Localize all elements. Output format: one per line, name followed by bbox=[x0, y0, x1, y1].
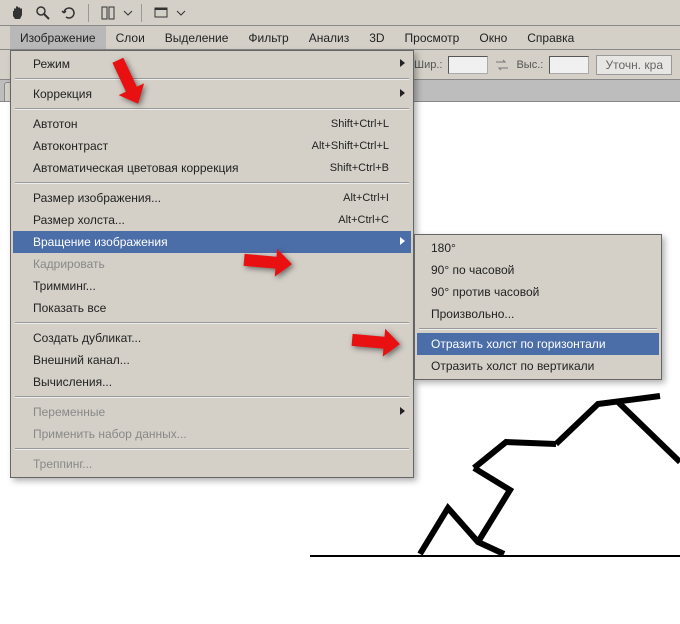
menu-shortcut: Shift+Ctrl+B bbox=[330, 162, 389, 174]
menu-item-label: 180° bbox=[431, 241, 456, 255]
menu-item: Переменные bbox=[13, 401, 411, 423]
swap-icon[interactable] bbox=[494, 57, 510, 73]
menu-item[interactable]: Отразить холст по вертикали bbox=[417, 355, 659, 377]
menubar-item-layers[interactable]: Слои bbox=[106, 26, 155, 49]
menu-item[interactable]: Вычисления... bbox=[13, 371, 411, 393]
menu-item-label: Коррекция bbox=[33, 87, 92, 101]
menu-shortcut: Alt+Ctrl+C bbox=[338, 214, 389, 226]
menubar-label: Справка bbox=[527, 31, 574, 45]
menu-item-label: Создать дубликат... bbox=[33, 331, 141, 345]
menubar-item-window[interactable]: Окно bbox=[469, 26, 517, 49]
menu-item[interactable]: Коррекция bbox=[13, 83, 411, 105]
menubar-label: Изображение bbox=[20, 31, 96, 45]
menu-item[interactable]: 180° bbox=[417, 237, 659, 259]
menubar-item-3d[interactable]: 3D bbox=[359, 26, 394, 49]
menubar-item-image[interactable]: Изображение bbox=[10, 26, 106, 49]
hand-icon[interactable] bbox=[6, 2, 28, 24]
image-menu: Режим Коррекция Автотон Shift+Ctrl+L Автокон… bbox=[10, 50, 414, 478]
menu-item-label: 90° против часовой bbox=[431, 285, 539, 299]
menu-item-label: Автоматическая цветовая коррекция bbox=[33, 161, 239, 175]
menu-item-label: Вычисления... bbox=[33, 375, 112, 389]
submenu-arrow-icon bbox=[400, 59, 405, 67]
menu-item[interactable]: 90° против часовой bbox=[417, 281, 659, 303]
menu-item-label: Размер холста... bbox=[33, 213, 125, 227]
menu-item-label: Режим bbox=[33, 57, 70, 71]
menu-item-label: Размер изображения... bbox=[33, 191, 161, 205]
menu-item[interactable]: Автоматическая цветовая коррекция Shift+C… bbox=[13, 157, 411, 179]
height-field[interactable] bbox=[549, 56, 589, 74]
menu-item-label: Произвольно... bbox=[431, 307, 514, 321]
menu-separator bbox=[419, 328, 657, 330]
menubar-label: 3D bbox=[369, 31, 384, 45]
menu-item[interactable]: Произвольно... bbox=[417, 303, 659, 325]
menubar-item-view[interactable]: Просмотр bbox=[395, 26, 470, 49]
menu-item-label: Треппинг... bbox=[33, 457, 92, 471]
top-toolbar bbox=[0, 0, 680, 26]
menu-item-label: Кадрировать bbox=[33, 257, 105, 271]
submenu-arrow-icon bbox=[400, 407, 405, 415]
menu-item-label: Внешний канал... bbox=[33, 353, 130, 367]
menu-item[interactable]: Размер холста... Alt+Ctrl+C bbox=[13, 209, 411, 231]
arrange-icon[interactable] bbox=[97, 2, 119, 24]
zoom-icon[interactable] bbox=[32, 2, 54, 24]
menubar: Изображение Слои Выделение Фильтр Анализ… bbox=[0, 26, 680, 50]
menu-item: Кадрировать bbox=[13, 253, 411, 275]
menu-item: Применить набор данных... bbox=[13, 423, 411, 445]
menu-item-label: Автотон bbox=[33, 117, 78, 131]
menu-item-label: Вращение изображения bbox=[33, 235, 168, 249]
menu-separator bbox=[15, 396, 409, 398]
menu-item[interactable]: Отразить холст по горизонтали bbox=[417, 333, 659, 355]
submenu-arrow-icon bbox=[400, 89, 405, 97]
menu-item-label: Автоконтраст bbox=[33, 139, 108, 153]
menu-shortcut: Shift+Ctrl+L bbox=[331, 118, 389, 130]
menu-item-label: Применить набор данных... bbox=[33, 427, 187, 441]
menu-item[interactable]: Вращение изображения bbox=[13, 231, 411, 253]
menubar-label: Фильтр bbox=[248, 31, 288, 45]
button-label: Уточн. кра bbox=[605, 58, 663, 72]
refine-edge-button[interactable]: Уточн. кра bbox=[596, 55, 672, 75]
submenu-arrow-icon bbox=[400, 237, 405, 245]
annotation-arrow bbox=[240, 234, 296, 290]
menubar-item-select[interactable]: Выделение bbox=[155, 26, 239, 49]
menu-item[interactable]: Размер изображения... Alt+Ctrl+I bbox=[13, 187, 411, 209]
toolbar-separator bbox=[141, 4, 142, 22]
menubar-label: Выделение bbox=[165, 31, 229, 45]
menubar-item-analysis[interactable]: Анализ bbox=[299, 26, 360, 49]
menu-item-label: Отразить холст по вертикали bbox=[431, 359, 594, 373]
menu-separator bbox=[15, 108, 409, 110]
rotate-icon[interactable] bbox=[58, 2, 80, 24]
menu-separator bbox=[15, 182, 409, 184]
menu-item: Треппинг... bbox=[13, 453, 411, 475]
width-field[interactable] bbox=[448, 56, 488, 74]
height-label: Выс.: bbox=[516, 59, 543, 71]
menu-separator bbox=[15, 78, 409, 80]
menu-item-label: Переменные bbox=[33, 405, 105, 419]
menubar-item-help[interactable]: Справка bbox=[517, 26, 584, 49]
menu-separator bbox=[15, 448, 409, 450]
menu-item-label: Показать все bbox=[33, 301, 106, 315]
menubar-label: Слои bbox=[116, 31, 145, 45]
menubar-label: Анализ bbox=[309, 31, 350, 45]
annotation-arrow bbox=[100, 54, 156, 110]
menu-item[interactable]: Режим bbox=[13, 53, 411, 75]
menu-item[interactable]: 90° по часовой bbox=[417, 259, 659, 281]
menu-item[interactable]: Тримминг... bbox=[13, 275, 411, 297]
width-label: Шир.: bbox=[414, 59, 442, 71]
menu-item[interactable]: Автотон Shift+Ctrl+L bbox=[13, 113, 411, 135]
chevron-down-icon[interactable] bbox=[123, 2, 133, 24]
screen-mode-icon[interactable] bbox=[150, 2, 172, 24]
toolbar-separator bbox=[88, 4, 89, 22]
menu-shortcut: Alt+Shift+Ctrl+L bbox=[312, 140, 389, 152]
menu-item[interactable]: Автоконтраст Alt+Shift+Ctrl+L bbox=[13, 135, 411, 157]
rotation-submenu: 180° 90° по часовой 90° против часовой Прои… bbox=[414, 234, 662, 380]
menu-item-label: Отразить холст по горизонтали bbox=[431, 337, 606, 351]
chevron-down-icon[interactable] bbox=[176, 2, 186, 24]
menubar-item-filter[interactable]: Фильтр bbox=[238, 26, 298, 49]
menubar-label: Окно bbox=[479, 31, 507, 45]
menu-item-label: 90° по часовой bbox=[431, 263, 514, 277]
menubar-label: Просмотр bbox=[405, 31, 460, 45]
menu-shortcut: Alt+Ctrl+I bbox=[343, 192, 389, 204]
menu-item-label: Тримминг... bbox=[33, 279, 96, 293]
annotation-arrow bbox=[348, 314, 404, 370]
